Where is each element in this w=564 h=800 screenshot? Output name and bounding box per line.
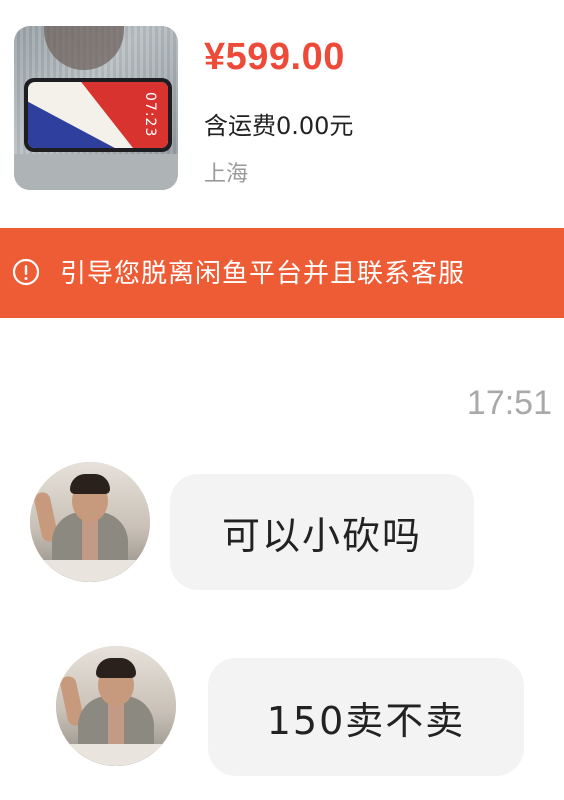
avatar-hair [96, 658, 136, 678]
product-thumbnail[interactable]: 07:23 [14, 26, 178, 190]
product-shipping: 含运费0.00元 [204, 112, 354, 140]
warning-banner-text: 引导您脱离闲鱼平台并且联系客服 [60, 259, 466, 289]
thumbnail-base [14, 154, 178, 190]
sender-avatar[interactable] [30, 462, 150, 582]
warning-banner[interactable]: 引导您脱离闲鱼平台并且联系客服 [0, 228, 564, 318]
alert-circle-icon [12, 258, 40, 286]
message-bubble[interactable]: 150卖不卖 [208, 658, 524, 776]
product-price: ¥599.00 [204, 36, 345, 78]
thumbnail-phone: 07:23 [24, 78, 172, 152]
avatar-table [30, 560, 150, 582]
message-bubble[interactable]: 可以小砍吗 [170, 474, 474, 590]
chat-timestamp: 17:51 [466, 384, 552, 422]
thumbnail-clock: 07:23 [142, 92, 158, 138]
product-card[interactable]: 07:23 ¥599.00 含运费0.00元 上海 [0, 0, 564, 220]
avatar-hair [70, 474, 110, 494]
avatar-table [56, 744, 176, 766]
product-location: 上海 [204, 162, 249, 187]
sender-avatar[interactable] [56, 646, 176, 766]
